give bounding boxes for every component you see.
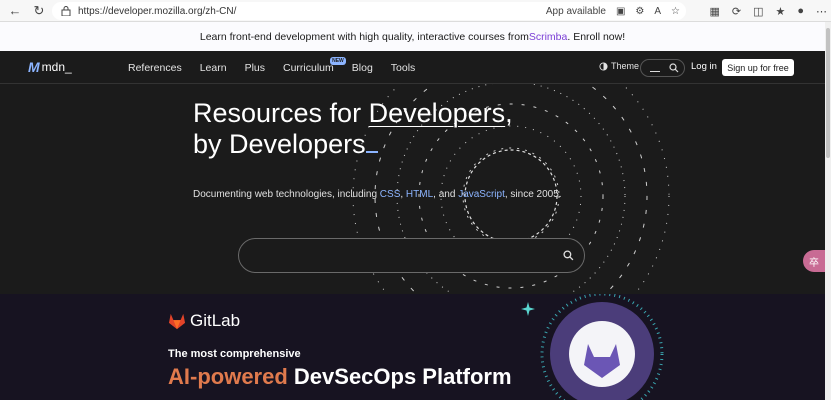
- collections-icon[interactable]: ▦: [709, 5, 719, 18]
- main-nav: References Learn Plus Curriculum NEW Blog…: [128, 51, 415, 84]
- ad-title-accent: AI-powered: [168, 364, 288, 389]
- site-header: M mdn_ References Learn Plus Curriculum N…: [0, 51, 825, 84]
- javascript-link[interactable]: JavaScript: [458, 189, 505, 200]
- address-bar[interactable]: https://developer.mozilla.org/zh-CN/ App…: [52, 2, 686, 20]
- page-scrollbar[interactable]: [825, 22, 831, 400]
- read-aloud-icon[interactable]: A: [654, 6, 661, 17]
- hero-title-prefix: Resources for: [193, 98, 369, 128]
- css-link[interactable]: CSS: [380, 189, 401, 200]
- nav-references[interactable]: References: [128, 62, 182, 74]
- theme-icon: [599, 61, 608, 71]
- gitlab-logo-icon: [168, 313, 186, 329]
- nav-curriculum[interactable]: Curriculum NEW: [283, 56, 346, 74]
- extension-icon[interactable]: ⚙: [635, 6, 644, 17]
- hero-subtitle-end: , since 2005.: [504, 189, 562, 200]
- theme-toggle[interactable]: Theme: [599, 61, 639, 71]
- banner-suffix: . Enroll now!: [567, 30, 626, 43]
- hero-search-input[interactable]: [238, 238, 585, 273]
- hero-title-line2: by Developers: [193, 129, 366, 160]
- lock-icon: [61, 6, 71, 16]
- nav-curriculum-label: Curriculum: [283, 61, 334, 74]
- header-search-button[interactable]: [640, 59, 685, 77]
- hero-title-developers-link[interactable]: Developers: [369, 98, 506, 128]
- more-menu-icon[interactable]: ⋯: [816, 5, 827, 18]
- ad-title-rest: DevSecOps Platform: [287, 364, 512, 389]
- mdn-logo-text: mdn_: [41, 60, 72, 74]
- typing-cursor: [365, 135, 378, 154]
- hero-subtitle-text: Documenting web technologies, including: [193, 189, 380, 200]
- announcement-banner: Learn front-end development with high qu…: [0, 22, 825, 51]
- banner-text: Learn front-end development with high qu…: [199, 30, 529, 43]
- search-icon[interactable]: [563, 250, 574, 261]
- nav-blog[interactable]: Blog: [352, 62, 373, 74]
- browser-toolbar: ← ↻ https://developer.mozilla.org/zh-CN/…: [0, 0, 831, 22]
- gitlab-brand: GitLab: [168, 311, 240, 331]
- banner-link-scrimba[interactable]: Scrimba: [529, 31, 568, 43]
- search-cursor: [650, 71, 660, 72]
- mdn-logo-mark: M: [28, 59, 40, 75]
- translate-icon[interactable]: 卒: [803, 250, 825, 272]
- theme-label: Theme: [611, 61, 640, 71]
- login-link[interactable]: Log in: [691, 61, 717, 72]
- profile-icon[interactable]: ●: [797, 5, 804, 17]
- hero-section: Resources for Developers, by Developers …: [0, 84, 825, 294]
- sparkle-icon: [521, 302, 535, 316]
- ad-title: AI-powered DevSecOps Platform: [168, 364, 512, 390]
- search-icon: [669, 63, 679, 73]
- nav-tools[interactable]: Tools: [391, 62, 416, 74]
- split-screen-icon[interactable]: ◫: [753, 5, 763, 18]
- nav-plus[interactable]: Plus: [245, 62, 265, 74]
- refresh-icon[interactable]: ↻: [30, 2, 48, 20]
- mdn-logo[interactable]: M mdn_: [28, 59, 72, 75]
- html-link[interactable]: HTML: [406, 189, 433, 200]
- favorites-bar-icon[interactable]: ★: [775, 5, 785, 18]
- new-badge: NEW: [330, 56, 346, 65]
- signup-button[interactable]: Sign up for free: [722, 59, 794, 76]
- hero-subtitle: Documenting web technologies, including …: [193, 189, 562, 200]
- url-text: https://developer.mozilla.org/zh-CN/: [78, 5, 237, 17]
- nav-learn[interactable]: Learn: [200, 62, 227, 74]
- hero-title-comma: ,: [505, 98, 513, 128]
- app-available-label[interactable]: App available: [546, 6, 606, 17]
- gitlab-brand-text: GitLab: [190, 311, 241, 330]
- back-icon[interactable]: ←: [6, 2, 24, 20]
- gitlab-tanuki-graphic: [540, 294, 664, 400]
- install-app-icon[interactable]: ▣: [616, 6, 625, 17]
- favorite-icon[interactable]: ☆: [671, 6, 680, 17]
- ad-subtitle: The most comprehensive: [168, 348, 301, 360]
- sync-icon[interactable]: ⟳: [732, 5, 741, 18]
- gitlab-ad[interactable]: GitLab The most comprehensive AI-powered…: [0, 294, 825, 400]
- hero-subtitle-sep2: , and: [433, 189, 459, 200]
- hero-title: Resources for Developers, by Developers: [193, 98, 513, 161]
- scrollbar-thumb[interactable]: [826, 28, 830, 158]
